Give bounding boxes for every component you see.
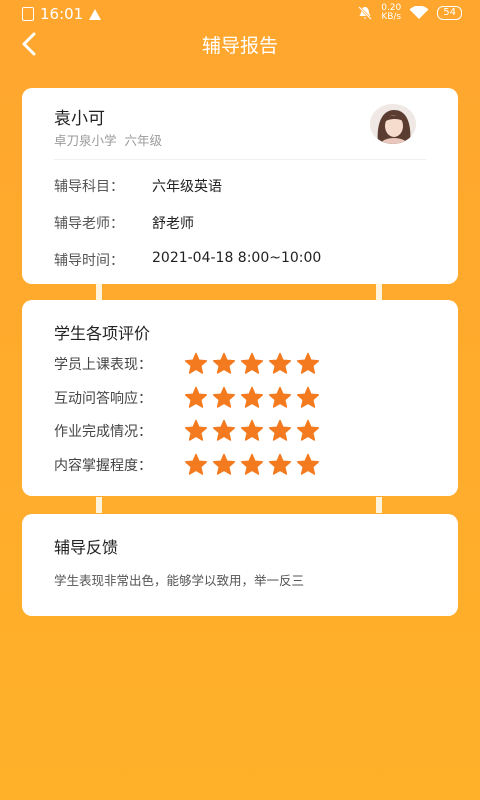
mute-icon [358, 6, 373, 20]
evaluation-title: 学生各项评价 [54, 324, 151, 343]
evaluation-card: 学生各项评价 学员上课表现： 互动问答响应： 作业完成情况： 内容掌握程度： [22, 300, 458, 496]
wifi-icon [409, 6, 429, 19]
star-icon [240, 386, 264, 408]
app-header: 辅导报告 [0, 28, 480, 60]
rating-row: 作业完成情况： [54, 419, 320, 443]
star-rating [184, 352, 320, 376]
star-icon [268, 419, 292, 441]
avatar [370, 104, 416, 144]
sim-icon [22, 7, 34, 21]
card-connector [376, 284, 382, 300]
rating-row: 内容掌握程度： [54, 453, 320, 477]
star-icon [268, 386, 292, 408]
time-label: 辅导时间： [54, 253, 124, 269]
star-icon [212, 386, 236, 408]
warning-icon [89, 8, 102, 20]
teacher-value: 舒老师 [152, 216, 194, 232]
star-icon [184, 386, 208, 408]
star-icon [240, 419, 264, 441]
star-icon [212, 419, 236, 441]
star-icon [296, 352, 320, 374]
card-connector [96, 284, 102, 300]
star-icon [184, 419, 208, 441]
star-icon [184, 352, 208, 374]
teacher-row: 辅导老师： 舒老师 [54, 213, 194, 233]
time-value: 2021-04-18 8:00~10:00 [152, 250, 322, 266]
star-icon [240, 453, 264, 475]
star-icon [296, 386, 320, 408]
star-rating [184, 453, 320, 477]
student-school-grade: 卓刀泉小学 六年级 [54, 130, 162, 149]
status-time: 16:01 [40, 5, 84, 23]
rating-label: 互动问答响应： [54, 391, 152, 407]
feedback-card: 辅导反馈 学生表现非常出色，能够学以致用，举一反三 [22, 514, 458, 616]
page-title: 辅导报告 [201, 35, 278, 57]
star-rating [184, 419, 320, 443]
star-rating [184, 386, 320, 410]
star-icon [240, 352, 264, 374]
student-name: 袁小可 [54, 109, 105, 129]
time-row: 辅导时间： 2021-04-18 8:00~10:00 [54, 250, 321, 270]
teacher-label: 辅导老师： [54, 216, 124, 232]
grade: 六年级 [124, 133, 162, 148]
card-connector [96, 497, 102, 513]
feedback-title: 辅导反馈 [54, 538, 119, 557]
rating-row: 互动问答响应： [54, 386, 320, 410]
school-name: 卓刀泉小学 [54, 133, 117, 148]
rating-label: 作业完成情况： [54, 424, 152, 440]
star-icon [212, 453, 236, 475]
star-icon [268, 453, 292, 475]
subject-row: 辅导科目： 六年级英语 [54, 176, 222, 196]
star-icon [296, 453, 320, 475]
star-icon [184, 453, 208, 475]
star-icon [268, 352, 292, 374]
divider [54, 159, 426, 160]
rating-label: 学员上课表现： [54, 357, 152, 373]
feedback-text: 学生表现非常出色，能够学以致用，举一反三 [54, 573, 305, 588]
subject-value: 六年级英语 [152, 179, 222, 195]
network-speed: 0.20 KB/s [381, 3, 402, 22]
star-icon [212, 352, 236, 374]
card-connector [376, 497, 382, 513]
star-icon [296, 419, 320, 441]
subject-label: 辅导科目： [54, 179, 124, 195]
rating-label: 内容掌握程度： [54, 458, 152, 474]
battery-indicator: 54 [437, 6, 462, 20]
status-bar: 16:01 0.20 KB/s 54 [0, 0, 480, 28]
rating-row: 学员上课表现： [54, 352, 320, 376]
student-info-card: 袁小可 卓刀泉小学 六年级 辅导科目： 六年级英语 辅导老师： 舒老师 辅导时间… [22, 88, 458, 284]
